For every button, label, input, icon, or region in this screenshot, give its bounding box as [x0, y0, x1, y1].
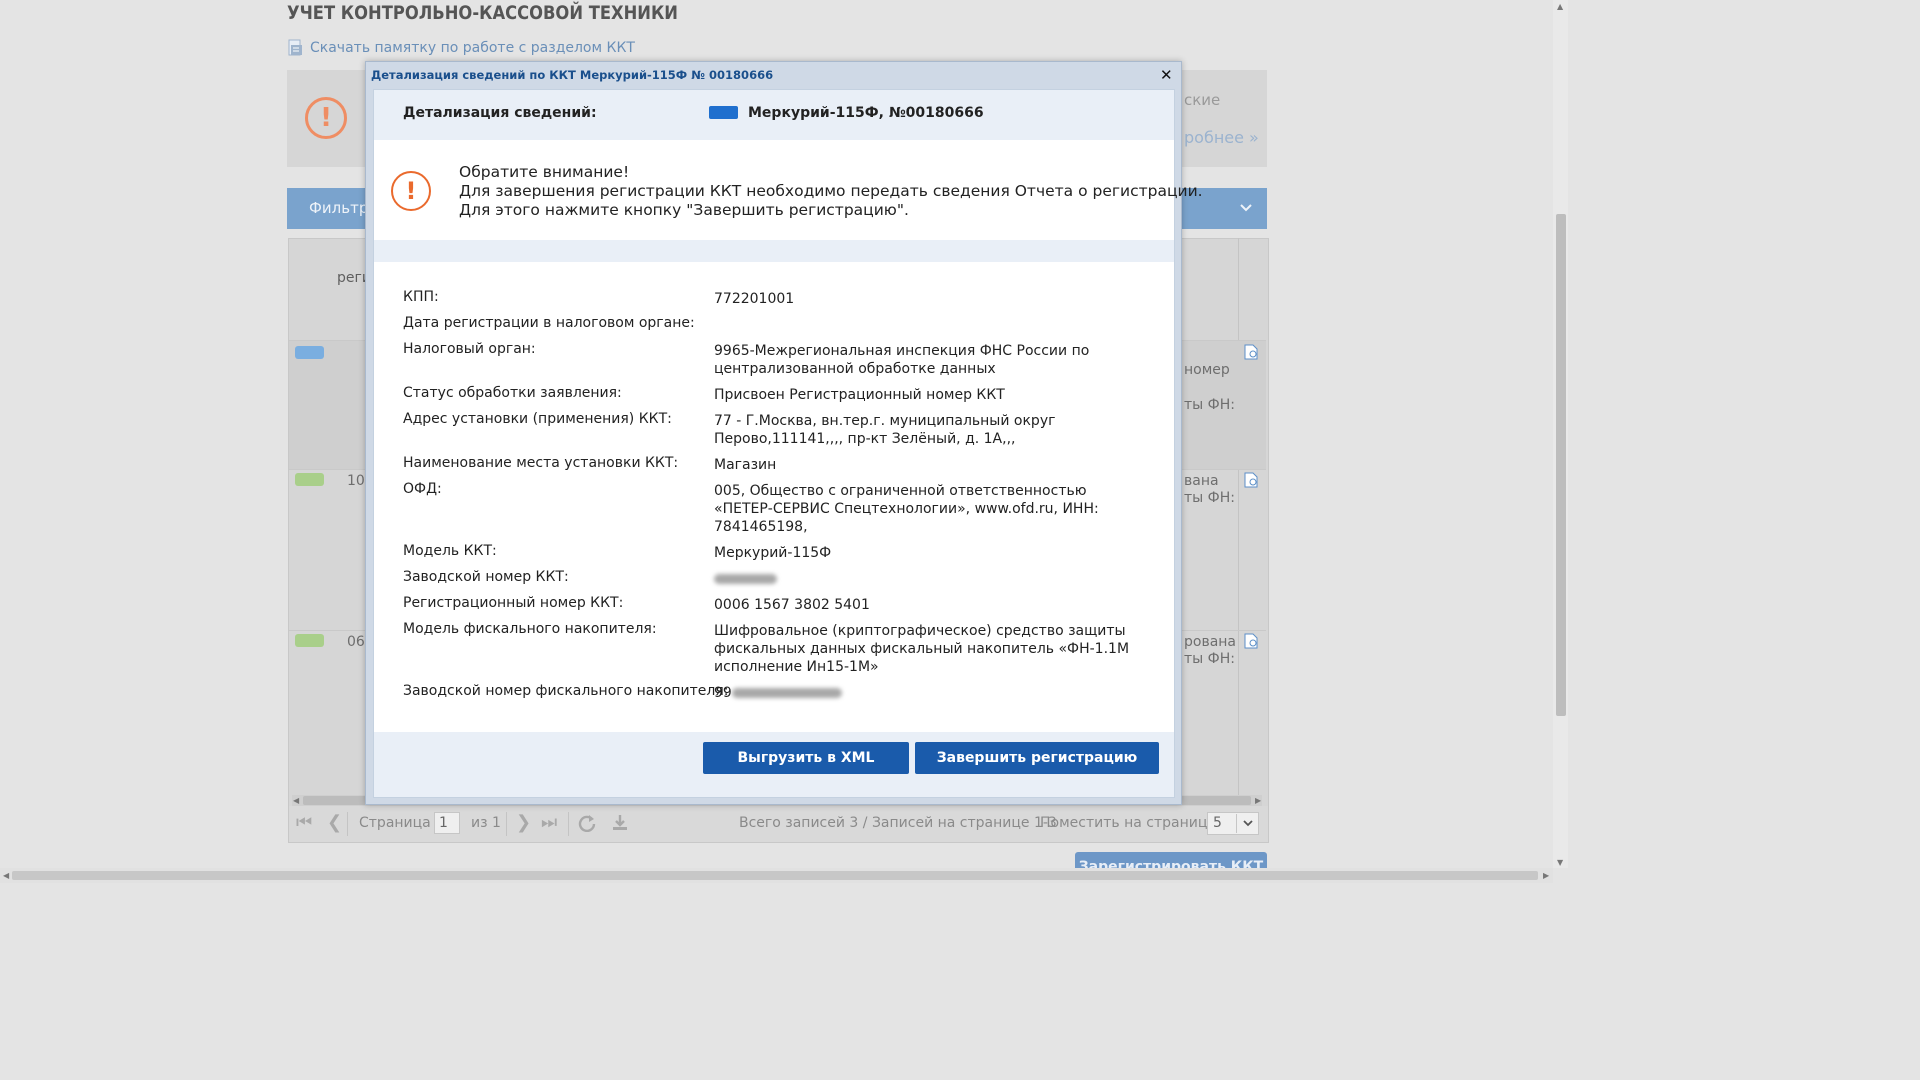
select-divider [1236, 814, 1237, 833]
next-page-icon[interactable]: ❯ [516, 812, 531, 833]
scroll-left-icon[interactable]: ◀ [293, 796, 299, 805]
field-value: Перово,111141,,,, пр-кт Зелёный, д. 1А,,… [714, 431, 1016, 447]
pager-separator [568, 812, 569, 836]
records-summary: Всего записей 3 / Записей на странице 1-… [739, 815, 1057, 831]
chevron-down-icon[interactable] [1240, 200, 1252, 216]
details-kkt-name: Меркурий-115Ф, №00180666 [748, 105, 984, 121]
kkt-status-swatch [709, 106, 738, 119]
field-value: фискальных данных фискальный накопитель … [714, 641, 1130, 657]
field-label: Модель ККТ: [403, 543, 497, 559]
field-value: Магазин [714, 457, 777, 473]
field-value: 99 [714, 685, 732, 701]
field-label: Адрес установки (применения) ККТ: [403, 411, 672, 427]
field-label: Дата регистрации в налоговом органе: [403, 315, 695, 331]
redacted-fn-serial [732, 688, 842, 698]
attention-icon: ! [391, 171, 431, 211]
page-number-input[interactable]: 1 [434, 812, 460, 834]
memo-link-text[interactable]: Скачать памятку по работе с разделом ККТ [310, 40, 635, 56]
row-status-text: вана [1184, 473, 1219, 489]
file-info-icon[interactable] [1244, 633, 1258, 649]
last-page-icon[interactable]: ⏭ [541, 812, 557, 833]
field-value: «ПЕТЕР-СЕРВИС Спецтехнологии», www.ofd.r… [714, 501, 1099, 517]
memo-download-link[interactable]: Скачать памятку по работе с разделом ККТ [288, 39, 635, 57]
section-divider [374, 240, 1174, 262]
first-page-icon[interactable]: ⏮ [296, 812, 312, 833]
field-label: Модель фискального накопителя: [403, 621, 657, 637]
details-label: Детализация сведений: [403, 105, 597, 121]
field-value: 0006 1567 3802 5401 [714, 597, 870, 613]
page-title: УЧЕТ КОНТРОЛЬНО-КАССОВОЙ ТЕХНИКИ [287, 2, 678, 24]
finish-registration-button[interactable]: Завершить регистрацию [915, 742, 1159, 774]
notice-text-fragment: ские [1184, 91, 1221, 109]
scroll-right-icon[interactable]: ▶ [1543, 871, 1549, 880]
row-status-text: ты ФН: [1184, 397, 1235, 413]
field-value: 77 - Г.Москва, вн.тер.г. муниципальный о… [714, 413, 1056, 429]
field-value: 772201001 [714, 291, 795, 307]
file-info-icon[interactable] [1244, 344, 1258, 360]
refresh-icon[interactable] [578, 814, 596, 832]
page-hscroll-thumb[interactable] [12, 871, 1538, 880]
scroll-down-icon[interactable]: ▼ [1557, 858, 1563, 867]
grid-column-separator [1238, 238, 1239, 798]
download-icon[interactable] [611, 814, 629, 832]
notice-more-link[interactable]: робнее » [1184, 128, 1259, 147]
attention-message: Для завершения регистрации ККТ необходим… [459, 182, 1203, 200]
row-status-text: ты ФН: [1184, 490, 1235, 506]
field-value: 7841465198, [714, 519, 808, 535]
dialog-title: Детализация сведений по ККТ Меркурий-115… [371, 68, 774, 82]
prev-page-icon[interactable]: ❮ [327, 812, 342, 833]
scroll-left-icon[interactable]: ◀ [3, 871, 9, 880]
row-status-swatch [295, 346, 324, 359]
row-status-swatch [295, 634, 324, 647]
close-icon[interactable]: ✕ [1160, 66, 1173, 84]
per-page-label: Поместить на страницу: [1040, 815, 1221, 831]
export-xml-button[interactable]: Выгрузить в XML [703, 742, 909, 774]
field-value: исполнение Ин15-1М» [714, 659, 879, 675]
field-label: Заводской номер фискального накопителя: [403, 683, 729, 699]
field-label: Регистрационный номер ККТ: [403, 595, 624, 611]
field-label: Заводской номер ККТ: [403, 569, 569, 585]
pager-separator [347, 812, 348, 836]
page-label: Страница [359, 815, 431, 831]
scroll-up-icon[interactable]: ▲ [1557, 2, 1563, 11]
field-value: 9965-Межрегиональная инспекция ФНС Росси… [714, 343, 1090, 359]
field-value: Меркурий-115Ф [714, 545, 832, 561]
scroll-right-icon[interactable]: ▶ [1255, 796, 1261, 805]
field-value: Шифровальное (криптографическое) средств… [714, 623, 1126, 639]
chevron-down-icon [1243, 820, 1253, 827]
per-page-select[interactable]: 5 [1207, 812, 1259, 835]
field-value: централизованной обработке данных [714, 361, 996, 377]
pager-separator [506, 812, 507, 836]
page-total-label: из 1 [471, 815, 501, 831]
field-label: Налоговый орган: [403, 341, 536, 357]
file-info-icon[interactable] [1244, 472, 1258, 488]
row-status-text: номер [1184, 362, 1230, 378]
field-value: 005, Общество с ограниченной ответственн… [714, 483, 1087, 499]
field-label: Наименование места установки ККТ: [403, 455, 679, 471]
attention-instruction: Для этого нажмите кнопку "Завершить реги… [459, 201, 909, 219]
field-label: ОФД: [403, 481, 442, 497]
attention-heading: Обратите внимание! [459, 163, 630, 181]
per-page-value: 5 [1213, 815, 1222, 831]
filter-label: Фильтр [309, 199, 369, 217]
document-download-icon [288, 39, 302, 56]
page-scrollbar-thumb[interactable] [1556, 214, 1566, 716]
row-status-text: ты ФН: [1184, 651, 1235, 667]
field-label: Статус обработки заявления: [403, 385, 622, 401]
redacted-serial [714, 574, 777, 584]
field-value: Присвоен Регистрационный номер ККТ [714, 387, 1005, 403]
row-status-swatch [295, 473, 324, 486]
warning-icon: ! [305, 97, 347, 139]
row-status-text: рована [1184, 634, 1237, 650]
field-label: КПП: [403, 289, 439, 305]
